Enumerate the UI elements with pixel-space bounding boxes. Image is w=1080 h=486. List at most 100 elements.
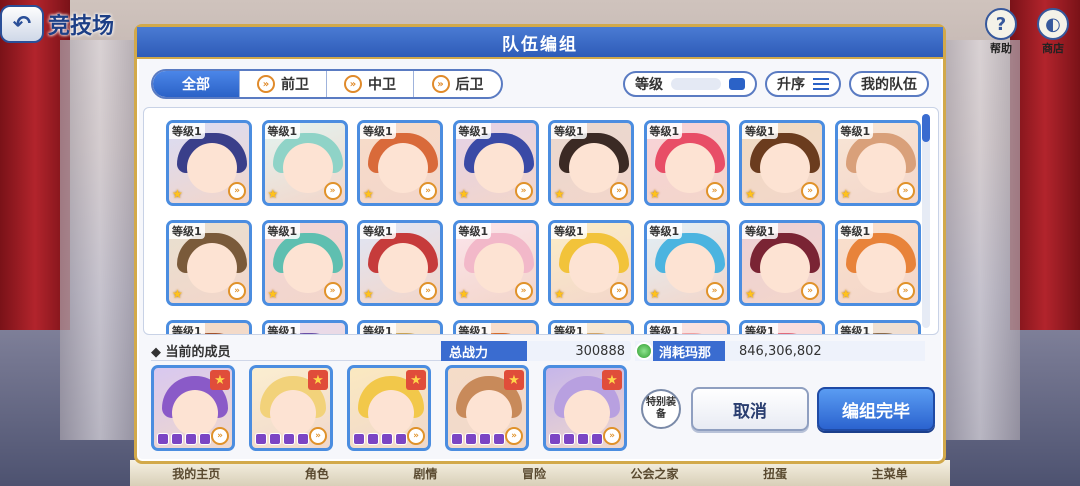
character-card[interactable]: 等级1 ★ »: [261, 120, 348, 206]
scrollbar-thumb[interactable]: [922, 114, 930, 142]
nav-item[interactable]: 扭蛋: [763, 465, 787, 482]
nav-item[interactable]: 主菜单: [872, 465, 908, 482]
help-button[interactable]: ? 帮助: [980, 8, 1022, 58]
my-team-button[interactable]: 我的队伍: [849, 71, 929, 97]
toolbar: 全部 » 前卫 » 中卫 » 后卫 等级 升序 我的队伍: [151, 69, 929, 99]
character-card[interactable]: 等级1 ★ »: [357, 320, 443, 334]
star-icon: ★: [458, 287, 470, 301]
team-member-card[interactable]: ★ »: [249, 365, 333, 451]
character-card[interactable]: 等级1 ★ »: [166, 220, 252, 306]
character-level: 等级1: [360, 123, 396, 139]
character-card[interactable]: 等级1 ★ »: [357, 120, 443, 206]
sort-button[interactable]: 等级: [623, 71, 757, 97]
character-card[interactable]: 等级1 ★ »: [739, 320, 825, 334]
scene-title: 竞技场: [48, 14, 115, 39]
favorite-star-icon: ★: [406, 370, 426, 390]
favorite-star-icon: ★: [308, 370, 328, 390]
nav-item[interactable]: 公会之家: [631, 465, 679, 482]
nav-item[interactable]: 冒险: [522, 465, 546, 482]
equipment-icon: [549, 433, 561, 445]
back-arrow-icon: ↶: [12, 11, 32, 37]
sort-field-bar: [671, 78, 721, 90]
dialog-title: 队伍编组: [137, 27, 943, 59]
nav-item[interactable]: 角色: [305, 465, 329, 482]
sort-label: 等级: [635, 77, 663, 93]
position-icon: »: [603, 427, 621, 445]
team-member-card[interactable]: ★ »: [151, 365, 235, 451]
nav-item[interactable]: 我的主页: [172, 465, 220, 482]
filter-all[interactable]: 全部: [153, 71, 240, 97]
character-level: 等级1: [742, 323, 778, 334]
position-icon: »: [705, 182, 724, 200]
character-card[interactable]: 等级1 ★ »: [166, 320, 252, 334]
character-level: 等级1: [360, 223, 396, 239]
character-card[interactable]: 等级1 ★ »: [357, 220, 443, 306]
position-icon: »: [228, 182, 246, 200]
character-card[interactable]: 等级1 ★ »: [834, 120, 921, 206]
favorite-star-icon: ★: [602, 370, 622, 390]
team-member-card[interactable]: ★ »: [445, 365, 529, 451]
character-card[interactable]: 等级1 ★ »: [548, 320, 634, 334]
position-icon: »: [431, 75, 450, 93]
equipment-icons: [255, 433, 309, 445]
equipment-icons: [451, 433, 505, 445]
character-card[interactable]: 等级1 ★ »: [452, 320, 539, 334]
character-level: 等级1: [646, 223, 683, 239]
nav-item[interactable]: 剧情: [413, 465, 437, 482]
character-card[interactable]: 等级1 ★ »: [834, 320, 921, 334]
team-member-card[interactable]: ★ »: [347, 365, 431, 451]
equipment-icon: [255, 433, 267, 445]
position-icon: »: [505, 427, 523, 445]
character-card[interactable]: 等级1 ★ »: [166, 120, 252, 206]
equipment-icon: [157, 433, 169, 445]
position-icon: »: [419, 282, 437, 300]
character-card[interactable]: 等级1 ★ »: [261, 320, 348, 334]
roster-grid: 等级1 ★ » 等级1 ★ » 等级1 ★ » 等级1 ★ » 等级1 ★ » …: [166, 120, 921, 334]
star-icon: ★: [267, 287, 279, 301]
character-card[interactable]: 等级1 ★ »: [548, 120, 634, 206]
character-card[interactable]: 等级1 ★ »: [643, 320, 730, 334]
mana-value: 846,306,802: [739, 343, 822, 359]
sort-window-icon: [729, 78, 745, 90]
order-button[interactable]: 升序: [765, 71, 841, 97]
character-card[interactable]: 等级1 ★ »: [452, 220, 539, 306]
character-card[interactable]: 等级1 ★ »: [834, 220, 921, 306]
equipment-icon: [269, 433, 281, 445]
character-card[interactable]: 等级1 ★ »: [739, 120, 825, 206]
question-icon: ?: [985, 8, 1017, 40]
equipment-icon: [493, 433, 505, 445]
power-value: 300888: [575, 343, 625, 359]
filter-middle[interactable]: » 中卫: [327, 71, 414, 97]
character-level: 等级1: [264, 223, 301, 239]
cancel-button[interactable]: 取消: [691, 387, 809, 431]
star-icon: ★: [554, 187, 565, 201]
shop-label: 商店: [1042, 42, 1064, 55]
shop-button[interactable]: ◐ 商店: [1032, 8, 1074, 58]
position-icon: »: [705, 282, 724, 300]
character-card[interactable]: 等级1 ★ »: [643, 120, 730, 206]
roster-scrollbar[interactable]: [922, 114, 930, 328]
star-icon: ★: [745, 287, 756, 301]
position-icon: »: [407, 427, 425, 445]
back-button[interactable]: ↶: [0, 5, 44, 43]
filter-front[interactable]: » 前卫: [240, 71, 327, 97]
team-member-card[interactable]: ★ »: [543, 365, 627, 451]
character-card[interactable]: 等级1 ★ »: [261, 220, 348, 306]
equipment-icon: [577, 433, 589, 445]
total-power: 总战力 300888: [441, 341, 631, 361]
character-portrait: [564, 390, 610, 436]
equipment-icon: [479, 433, 491, 445]
confirm-formation-button[interactable]: 编组完毕: [817, 387, 935, 431]
character-card[interactable]: 等级1 ★ »: [739, 220, 825, 306]
current-members-text: 当前的成员: [165, 345, 231, 360]
current-team: ★ » ★ » ★ » ★ » ★ »: [151, 365, 627, 451]
character-card[interactable]: 等级1 ★ »: [452, 120, 539, 206]
character-roster[interactable]: 等级1 ★ » 等级1 ★ » 等级1 ★ » 等级1 ★ » 等级1 ★ » …: [143, 107, 939, 335]
character-card[interactable]: 等级1 ★ »: [548, 220, 634, 306]
character-card[interactable]: 等级1 ★ »: [643, 220, 730, 306]
position-icon: »: [211, 427, 229, 445]
filter-back[interactable]: » 后卫: [414, 71, 501, 97]
filter-label: 中卫: [368, 77, 396, 93]
character-level: 等级1: [646, 123, 683, 139]
special-equipment-button[interactable]: 特别装备: [641, 389, 681, 429]
